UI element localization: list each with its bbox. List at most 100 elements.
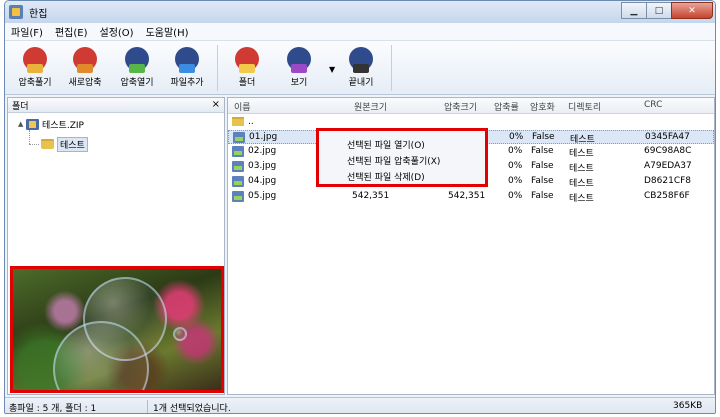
file-original-size: 542,351 — [352, 191, 390, 201]
menu-help[interactable]: 도움말(H) — [140, 24, 195, 39]
exit-icon — [349, 47, 373, 73]
open-archive-label: 압축열기 — [120, 78, 154, 88]
column-name[interactable]: 이름 — [234, 100, 251, 113]
file-name: 05.jpg — [248, 191, 277, 201]
app-icon — [9, 5, 23, 19]
file-compressed-size: 542,351 — [448, 191, 486, 201]
menu-file[interactable]: 파일(F) — [5, 24, 49, 39]
column-crc[interactable]: CRC — [644, 100, 662, 110]
status-separator — [147, 400, 148, 413]
extract-icon — [23, 47, 47, 73]
column-encrypted[interactable]: 암호화 — [530, 100, 555, 113]
folder-pane-title: 폴더 — [12, 101, 29, 112]
folder-tree: ▲ 테스트.ZIP 테스트 — [8, 113, 224, 258]
tree-item-folder[interactable]: 테스트 — [41, 136, 88, 152]
add-file-label: 파일추가 — [170, 78, 204, 88]
file-encrypted: False — [531, 161, 554, 171]
app-window: 한집 ▁ □ ✕ 파일(F) 편집(E) 설정(O) 도움말(H) 압축풀기 새… — [4, 0, 716, 414]
file-ratio: 0% — [508, 161, 523, 171]
tree-connector — [29, 130, 30, 144]
folder-pane-header: 폴더 × — [8, 98, 224, 113]
folder-button[interactable]: 폴더 — [219, 45, 275, 93]
folder-label: 폴더 — [238, 78, 256, 88]
folder-pane: 폴더 × ▲ 테스트.ZIP 테스트 — [7, 97, 225, 395]
folder-icon — [41, 139, 54, 149]
file-crc: 0345FA47 — [645, 132, 690, 142]
open-archive-icon — [125, 47, 149, 73]
file-encrypted: False — [531, 146, 554, 156]
maximize-button[interactable]: □ — [646, 2, 672, 19]
file-crc: CB258F6F — [644, 191, 690, 201]
image-file-icon — [233, 132, 245, 143]
menu-settings[interactable]: 설정(O) — [94, 24, 140, 39]
file-ratio: 0% — [508, 191, 523, 201]
file-name: 04.jpg — [248, 176, 277, 186]
new-archive-label: 새로압축 — [68, 78, 102, 88]
maximize-icon: □ — [654, 5, 664, 16]
status-bar: 총파일 : 5 개, 폴더 : 1 1개 선택되었습니다. 365KB — [5, 397, 715, 414]
toolbar-separator — [217, 45, 218, 91]
parent-folder-icon — [232, 117, 244, 126]
view-label: 보기 — [290, 78, 308, 88]
exit-label: 끝내기 — [348, 78, 374, 88]
file-directory: 테스트 — [569, 194, 594, 204]
collapse-icon[interactable]: ▲ — [18, 120, 26, 128]
file-ratio: 0% — [509, 132, 524, 142]
table-row[interactable]: 05.jpg 542,351 542,351 0% False 테스트 CB25… — [228, 190, 714, 204]
menu-edit[interactable]: 편집(E) — [49, 24, 94, 39]
file-crc: 69C98A8C — [644, 146, 692, 156]
context-menu-open[interactable]: 선택된 파일 열기(O) — [347, 138, 425, 151]
exit-button[interactable]: 끝내기 — [333, 45, 389, 93]
pane-close-icon[interactable]: × — [212, 99, 220, 110]
add-file-button[interactable]: 파일추가 — [159, 45, 215, 93]
minimize-icon: ▁ — [630, 5, 638, 16]
context-menu: 선택된 파일 열기(O) 선택된 파일 압축풀기(X) 선택된 파일 삭제(D) — [316, 128, 488, 187]
toolbar-separator — [391, 45, 392, 91]
close-button[interactable]: ✕ — [671, 2, 713, 19]
file-encrypted: False — [532, 132, 555, 142]
file-ratio: 0% — [508, 146, 523, 156]
view-icon — [287, 47, 311, 73]
tree-item-archive[interactable]: ▲ 테스트.ZIP — [18, 117, 84, 131]
image-preview — [10, 266, 224, 393]
close-icon: ✕ — [688, 5, 696, 16]
menu-bar: 파일(F) 편집(E) 설정(O) 도움말(H) — [5, 23, 715, 41]
file-name: 01.jpg — [249, 132, 278, 142]
parent-folder-label: .. — [248, 117, 254, 127]
file-ratio: 0% — [508, 176, 523, 186]
view-button[interactable]: 보기 — [271, 45, 327, 93]
tree-item-label: 테스트.ZIP — [42, 120, 84, 131]
file-encrypted: False — [531, 176, 554, 186]
column-original-size[interactable]: 원본크기 — [354, 100, 387, 113]
tree-connector — [29, 144, 39, 145]
column-directory[interactable]: 디렉토리 — [568, 100, 601, 113]
file-crc: D8621CF8 — [644, 176, 692, 186]
title-bar[interactable]: 한집 ▁ □ ✕ — [5, 1, 715, 23]
file-list-header: 이름 원본크기 압축크기 압축률 암호화 디렉토리 CRC — [228, 98, 714, 114]
preview-bubble — [173, 327, 187, 341]
add-file-icon — [175, 47, 199, 73]
file-crc: A79EDA37 — [644, 161, 692, 171]
image-file-icon — [232, 176, 244, 187]
file-directory: 테스트 — [569, 164, 594, 174]
file-name: 03.jpg — [248, 161, 277, 171]
status-selection: 1개 선택되었습니다. — [153, 404, 231, 414]
zip-icon — [26, 118, 39, 130]
file-directory: 테스트 — [569, 179, 594, 189]
file-directory: 테스트 — [569, 149, 594, 159]
open-archive-button[interactable]: 압축열기 — [109, 45, 165, 93]
minimize-button[interactable]: ▁ — [621, 2, 647, 19]
extract-label: 압축풀기 — [18, 78, 52, 88]
context-menu-extract[interactable]: 선택된 파일 압축풀기(X) — [347, 154, 440, 167]
toolbar: 압축풀기 새로압축 압축열기 파일추가 폴더 보기 ▼ 끝내기 — [5, 41, 715, 95]
column-ratio[interactable]: 압축률 — [494, 100, 519, 113]
image-file-icon — [232, 191, 244, 202]
status-counts: 총파일 : 5 개, 폴더 : 1 — [9, 404, 97, 414]
image-file-icon — [232, 146, 244, 157]
file-encrypted: False — [531, 191, 554, 201]
context-menu-delete[interactable]: 선택된 파일 삭제(D) — [347, 170, 425, 183]
file-directory: 테스트 — [570, 135, 595, 145]
new-archive-button[interactable]: 새로압축 — [57, 45, 113, 93]
column-compressed-size[interactable]: 압축크기 — [444, 100, 477, 113]
extract-button[interactable]: 압축풀기 — [7, 45, 63, 93]
